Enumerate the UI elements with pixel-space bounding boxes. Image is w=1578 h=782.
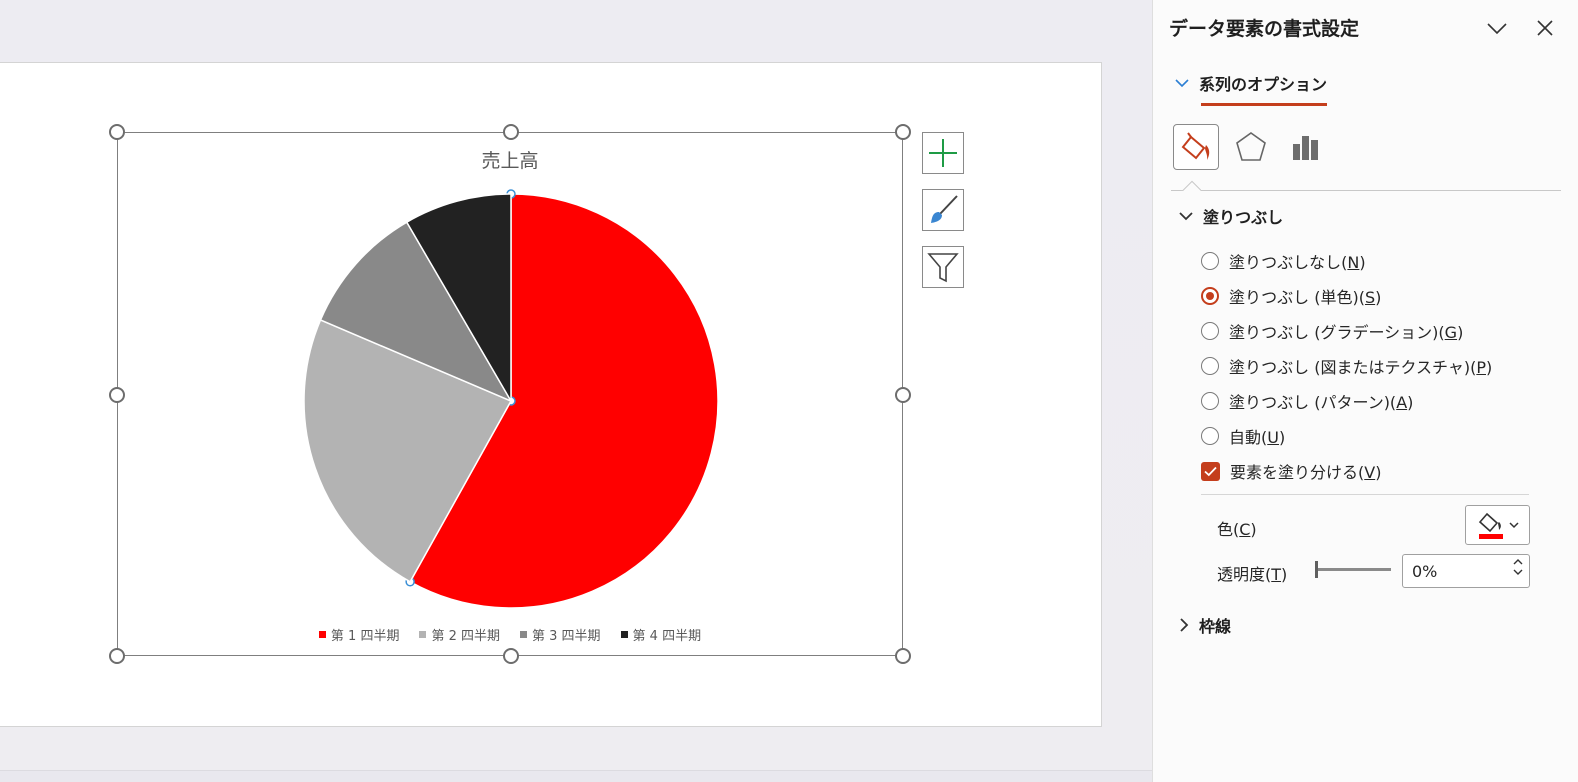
radio-button[interactable] bbox=[1201, 252, 1219, 270]
chevron-down-icon bbox=[1179, 212, 1193, 221]
legend-swatch bbox=[520, 631, 527, 638]
vary-colors-checkbox[interactable] bbox=[1201, 461, 1220, 481]
tab-series-options[interactable]: 系列のオプション bbox=[1175, 71, 1327, 95]
series-options-tab[interactable] bbox=[1283, 124, 1329, 170]
resize-handle-bottom[interactable] bbox=[503, 648, 519, 664]
section-label: 枠線 bbox=[1199, 617, 1232, 636]
effects-tab[interactable] bbox=[1228, 124, 1274, 170]
spin-arrows[interactable] bbox=[1513, 558, 1523, 576]
chart-area-frame[interactable] bbox=[117, 132, 903, 656]
pane-options-button[interactable] bbox=[1485, 16, 1509, 40]
legend-swatch bbox=[318, 631, 326, 638]
chevron-down-icon bbox=[1175, 79, 1189, 88]
legend-label: 第 1 四半期 bbox=[330, 629, 400, 644]
transparency-value: 0% bbox=[1412, 562, 1438, 581]
spin-up-icon[interactable] bbox=[1513, 558, 1523, 566]
divider bbox=[1201, 494, 1529, 495]
resize-handle-top-left[interactable] bbox=[109, 124, 125, 140]
tab-underline bbox=[1201, 103, 1327, 106]
fill-option-picture[interactable]: 塗りつぶし (図またはテクスチャ)(P) bbox=[1201, 354, 1492, 378]
resize-handle-left[interactable] bbox=[109, 387, 125, 403]
chart-filters-button[interactable] bbox=[922, 246, 964, 288]
transparency-slider[interactable] bbox=[1315, 568, 1391, 571]
legend-swatch bbox=[620, 631, 628, 638]
legend-item[interactable]: 第 3 四半期 bbox=[520, 625, 601, 644]
resize-handle-top[interactable] bbox=[503, 124, 519, 140]
border-section-header[interactable]: 枠線 bbox=[1179, 613, 1231, 637]
resize-handle-top-right[interactable] bbox=[895, 124, 911, 140]
funnel-icon bbox=[927, 253, 959, 283]
legend-swatch bbox=[419, 631, 427, 638]
close-icon bbox=[1537, 20, 1553, 36]
option-label: 自動(U) bbox=[1229, 428, 1286, 447]
option-label: 塗りつぶし (図またはテクスチャ)(P) bbox=[1229, 358, 1493, 377]
fill-section-header[interactable]: 塗りつぶし bbox=[1179, 204, 1283, 228]
chart-title[interactable]: 売上高 bbox=[117, 146, 903, 173]
series-options-icon bbox=[1293, 136, 1318, 160]
radio-button[interactable] bbox=[1201, 392, 1219, 410]
paint-bucket-icon bbox=[1478, 512, 1503, 539]
tab-pointer bbox=[1181, 180, 1201, 191]
fill-option-pattern[interactable]: 塗りつぶし (パターン)(A) bbox=[1201, 389, 1413, 413]
radio-button[interactable] bbox=[1201, 427, 1219, 445]
option-label: 塗りつぶしなし(N) bbox=[1229, 253, 1366, 272]
chart-elements-button[interactable] bbox=[922, 132, 964, 174]
option-label: 塗りつぶし (パターン)(A) bbox=[1229, 393, 1414, 412]
option-label: 塗りつぶし (グラデーション)(G) bbox=[1229, 323, 1464, 342]
legend-label: 第 2 四半期 bbox=[431, 629, 500, 644]
plus-icon bbox=[929, 139, 957, 167]
fill-line-tab[interactable] bbox=[1173, 124, 1219, 170]
tab-label: 系列のオプション bbox=[1199, 75, 1328, 94]
resize-handle-right[interactable] bbox=[895, 387, 911, 403]
format-data-point-pane: データ要素の書式設定 系列のオプション 塗りつぶし 塗りつぶしなし(N) 塗りつ… bbox=[1152, 0, 1578, 782]
radio-button[interactable] bbox=[1201, 287, 1219, 305]
resize-handle-bottom-right[interactable] bbox=[895, 648, 911, 664]
check-icon bbox=[1204, 466, 1217, 476]
effects-icon bbox=[1236, 132, 1266, 161]
fill-option-solid[interactable]: 塗りつぶし (単色)(S) bbox=[1201, 284, 1381, 308]
legend-item[interactable]: 第 1 四半期 bbox=[318, 625, 400, 644]
pane-close-button[interactable] bbox=[1533, 16, 1557, 40]
chart-styles-button[interactable] bbox=[922, 189, 964, 231]
legend-item[interactable]: 第 2 四半期 bbox=[419, 625, 500, 644]
fill-option-automatic[interactable]: 自動(U) bbox=[1201, 424, 1285, 448]
chevron-down-icon bbox=[1487, 23, 1507, 35]
chevron-down-icon bbox=[1508, 522, 1519, 529]
legend-item[interactable]: 第 4 四半期 bbox=[620, 625, 702, 644]
fill-option-no-fill[interactable]: 塗りつぶしなし(N) bbox=[1201, 249, 1366, 273]
transparency-label: 透明度(T) bbox=[1217, 565, 1288, 584]
radio-button[interactable] bbox=[1201, 357, 1219, 375]
color-label: 色(C) bbox=[1217, 520, 1257, 539]
option-label: 塗りつぶし (単色)(S) bbox=[1229, 288, 1382, 307]
section-label: 塗りつぶし bbox=[1203, 208, 1284, 227]
transparency-input[interactable]: 0% bbox=[1402, 554, 1530, 588]
transparency-slider-thumb[interactable] bbox=[1315, 561, 1318, 578]
resize-handle-bottom-left[interactable] bbox=[109, 648, 125, 664]
fill-option-gradient[interactable]: 塗りつぶし (グラデーション)(G) bbox=[1201, 319, 1463, 343]
chart-legend[interactable]: 第 1 四半期 第 2 四半期 第 3 四半期 第 4 四半期 bbox=[117, 625, 903, 644]
option-label: 要素を塗り分ける(V) bbox=[1230, 463, 1382, 482]
fill-line-icon bbox=[1181, 132, 1210, 160]
brush-icon bbox=[931, 195, 958, 223]
fill-color-picker[interactable] bbox=[1465, 505, 1530, 545]
vary-colors-checkbox-row[interactable]: 要素を塗り分ける(V) bbox=[1201, 459, 1381, 483]
pane-title: データ要素の書式設定 bbox=[1169, 18, 1360, 40]
tab-separator bbox=[1171, 190, 1561, 191]
chevron-right-icon bbox=[1180, 618, 1189, 632]
legend-label: 第 4 四半期 bbox=[632, 629, 702, 644]
spin-down-icon[interactable] bbox=[1513, 568, 1523, 576]
legend-label: 第 3 四半期 bbox=[532, 629, 601, 644]
radio-button[interactable] bbox=[1201, 322, 1219, 340]
